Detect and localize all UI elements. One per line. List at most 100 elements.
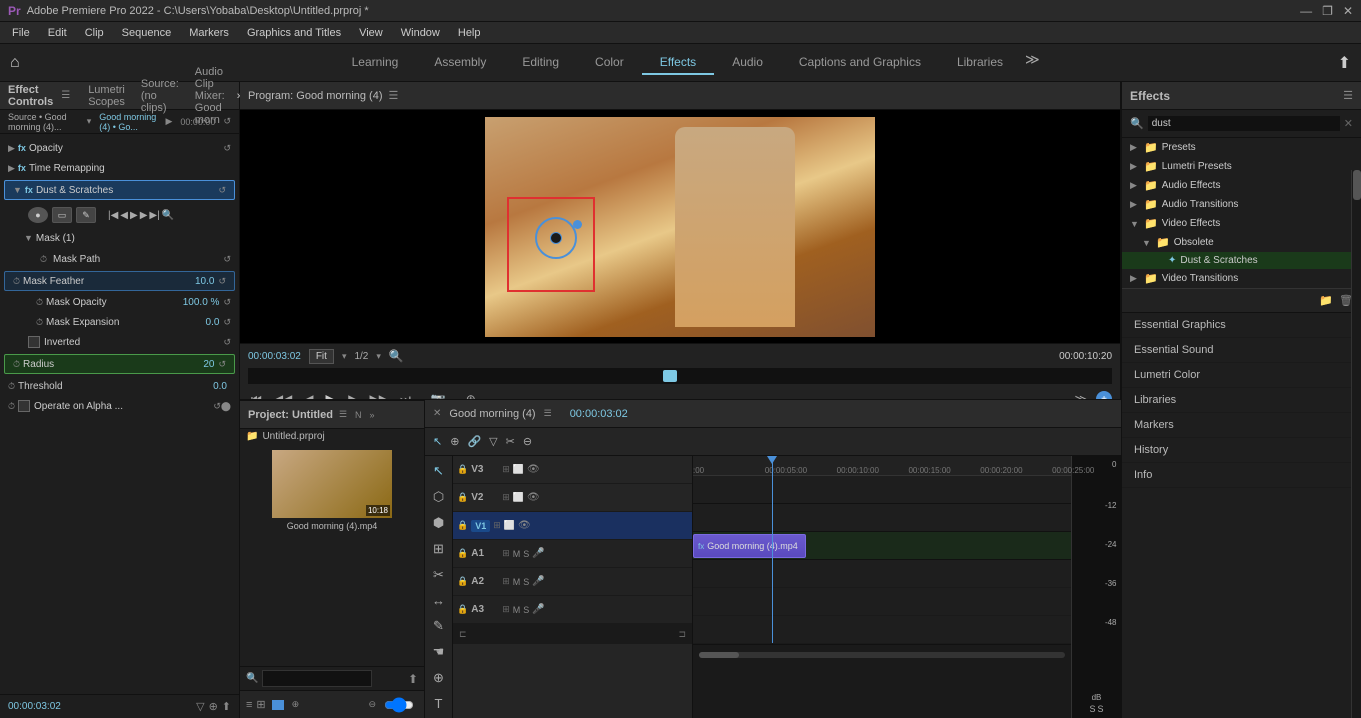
v1-sync[interactable]: ⊞ bbox=[493, 520, 501, 531]
radius-reset[interactable]: ↺ bbox=[218, 359, 226, 370]
source-reset[interactable]: ↺ bbox=[223, 116, 231, 127]
mask-feather-row[interactable]: ⏱ Mask Feather 10.0 ↺ bbox=[4, 271, 235, 291]
project-search-icon[interactable]: 🔍 bbox=[246, 673, 258, 684]
panel-info[interactable]: Info bbox=[1122, 463, 1361, 488]
icon-view-btn[interactable]: ⊞ bbox=[256, 698, 265, 711]
source-play[interactable]: ▶ bbox=[165, 116, 172, 127]
tab-learning[interactable]: Learning bbox=[334, 51, 417, 75]
dust-twist[interactable]: ▼ bbox=[13, 185, 22, 195]
effects-search-clear[interactable]: ✕ bbox=[1344, 117, 1353, 130]
threshold-row[interactable]: ⏱ Threshold 0.0 bbox=[0, 376, 239, 396]
dust-scratches-row[interactable]: ▼ fx Dust & Scratches ↺ bbox=[4, 180, 235, 200]
tab-editing[interactable]: Editing bbox=[504, 51, 577, 75]
a2-lock[interactable]: 🔒 bbox=[457, 576, 468, 587]
timeline-scrollbar[interactable] bbox=[699, 652, 1065, 658]
a2-solo[interactable]: S bbox=[523, 577, 529, 587]
v2-mute[interactable]: ⬜ bbox=[513, 492, 524, 503]
mask-next-keyframe[interactable]: ▶| bbox=[149, 210, 159, 221]
mask-expansion-reset[interactable]: ↺ bbox=[223, 317, 231, 328]
tool-razor[interactable]: ✂ bbox=[430, 564, 447, 586]
monitor-playhead[interactable] bbox=[663, 370, 677, 382]
v2-lock[interactable]: 🔒 bbox=[457, 492, 468, 503]
add-keyframe-icon[interactable]: ⊕ bbox=[209, 700, 218, 713]
v3-eye[interactable]: 👁 bbox=[527, 464, 540, 475]
panel-header-menu[interactable]: ☰ bbox=[61, 90, 70, 101]
source-dropdown[interactable]: ▾ bbox=[87, 116, 92, 127]
a2-record[interactable]: 🎤 bbox=[532, 576, 544, 587]
tree-lumetri-presets[interactable]: ▶ 📁 Lumetri Presets bbox=[1122, 157, 1361, 176]
tab-libraries[interactable]: Libraries bbox=[939, 51, 1021, 75]
ellipse-mask-btn[interactable]: ● bbox=[28, 207, 48, 223]
time-remapping-twist[interactable]: ▶ bbox=[8, 163, 15, 174]
dust-reset[interactable]: ↺ bbox=[218, 185, 226, 196]
close-btn[interactable]: ✕ bbox=[1343, 4, 1353, 18]
effects-menu-icon[interactable]: ☰ bbox=[1343, 89, 1353, 102]
panel-libraries[interactable]: Libraries bbox=[1122, 388, 1361, 413]
monitor-menu-icon[interactable]: ☰ bbox=[389, 89, 399, 102]
effect-controls-tab[interactable]: Effect Controls bbox=[8, 84, 53, 108]
more-tabs-icon[interactable]: ≫ bbox=[1025, 51, 1040, 75]
mask-forward-frame[interactable]: ▶ bbox=[140, 210, 148, 221]
mask-search[interactable]: 🔍 bbox=[162, 210, 174, 221]
a1-mute[interactable]: M bbox=[513, 549, 521, 559]
project-search-input[interactable] bbox=[262, 670, 372, 687]
inverted-reset[interactable]: ↺ bbox=[223, 337, 231, 348]
mask-prev-keyframe[interactable]: |◀ bbox=[108, 210, 118, 221]
tree-presets[interactable]: ▶ 📁 Presets bbox=[1122, 138, 1361, 157]
tool-ripple[interactable]: ⬢ bbox=[430, 512, 447, 534]
v1-track-content[interactable]: fx Good morning (4).mp4 bbox=[693, 532, 1071, 560]
tree-obsolete[interactable]: ▼ 📁 Obsolete bbox=[1122, 233, 1361, 252]
timeline-snap[interactable]: ⊕ bbox=[448, 433, 461, 450]
menu-view[interactable]: View bbox=[351, 25, 391, 41]
clip-size-slider[interactable] bbox=[384, 701, 414, 709]
monitor-fit-dropdown[interactable]: Fit bbox=[309, 349, 334, 364]
mask-expansion-value[interactable]: 0.0 bbox=[206, 317, 220, 328]
v3-sync[interactable]: ⊞ bbox=[502, 464, 510, 475]
time-remapping-row[interactable]: ▶ fx Time Remapping bbox=[0, 158, 239, 178]
operate-alpha-reset[interactable]: ↺ bbox=[213, 401, 221, 412]
mask-play[interactable]: ▶ bbox=[130, 210, 138, 221]
filter-icon[interactable]: ▽ bbox=[196, 700, 204, 713]
tab-effects[interactable]: Effects bbox=[642, 51, 714, 75]
panel-markers[interactable]: Markers bbox=[1122, 413, 1361, 438]
timeline-add-marker[interactable]: ▽ bbox=[487, 433, 499, 450]
opacity-row[interactable]: ▶ fx Opacity ↺ bbox=[0, 138, 239, 158]
project-header-menu[interactable]: ☰ bbox=[339, 409, 347, 420]
a1-record[interactable]: 🎤 bbox=[532, 548, 544, 559]
opacity-reset[interactable]: ↺ bbox=[223, 143, 231, 154]
threshold-value[interactable]: 0.0 bbox=[213, 381, 227, 392]
a1-sync[interactable]: ⊞ bbox=[502, 548, 510, 559]
freeform-view-btn[interactable] bbox=[272, 700, 284, 710]
panel-essential-sound[interactable]: Essential Sound bbox=[1122, 338, 1361, 363]
rect-mask-btn[interactable]: ▭ bbox=[52, 207, 72, 223]
v2-track-content[interactable] bbox=[693, 504, 1071, 532]
v1-lock[interactable]: 🔒 bbox=[457, 520, 468, 531]
tool-slip[interactable]: ↔ bbox=[429, 590, 448, 611]
effects-search-input[interactable] bbox=[1148, 116, 1340, 131]
tool-pen[interactable]: ✎ bbox=[430, 615, 447, 637]
mask-twist[interactable]: ▼ bbox=[24, 233, 33, 243]
opacity-twist[interactable]: ▶ bbox=[8, 143, 15, 154]
tab-captions[interactable]: Captions and Graphics bbox=[781, 51, 939, 75]
tool-hand[interactable]: ☚ bbox=[430, 641, 448, 663]
mask-opacity-value[interactable]: 100.0 % bbox=[183, 297, 220, 308]
v1-eye[interactable]: 👁 bbox=[518, 520, 531, 531]
timeline-linked-sel[interactable]: 🔗 bbox=[465, 433, 483, 450]
list-view-btn[interactable]: ≡ bbox=[246, 699, 252, 711]
project-expand[interactable]: N bbox=[355, 410, 362, 420]
monitor-zoom-icon[interactable]: 🔍 bbox=[389, 349, 404, 363]
a3-track-content[interactable] bbox=[693, 616, 1071, 644]
v3-mute[interactable]: ⬜ bbox=[513, 464, 524, 475]
a3-sync[interactable]: ⊞ bbox=[502, 604, 510, 615]
export-icon-ec[interactable]: ⬆ bbox=[222, 700, 231, 713]
pen-mask-btn[interactable]: ✎ bbox=[76, 207, 96, 223]
source-tab[interactable]: Source: (no clips) bbox=[141, 78, 179, 114]
mask-feather-value[interactable]: 10.0 bbox=[195, 276, 214, 287]
v3-lock[interactable]: 🔒 bbox=[457, 464, 468, 475]
tool-text[interactable]: T bbox=[432, 693, 446, 714]
timeline-ruler[interactable]: :00 00:00:05:00 00:00:10:00 00:00:15:00 … bbox=[693, 456, 1071, 476]
new-custom-bin-btn[interactable]: 📁 bbox=[1319, 294, 1333, 307]
a3-mute[interactable]: M bbox=[513, 605, 521, 615]
radius-value[interactable]: 20 bbox=[203, 359, 214, 370]
tree-video-effects[interactable]: ▼ 📁 Video Effects bbox=[1122, 214, 1361, 233]
